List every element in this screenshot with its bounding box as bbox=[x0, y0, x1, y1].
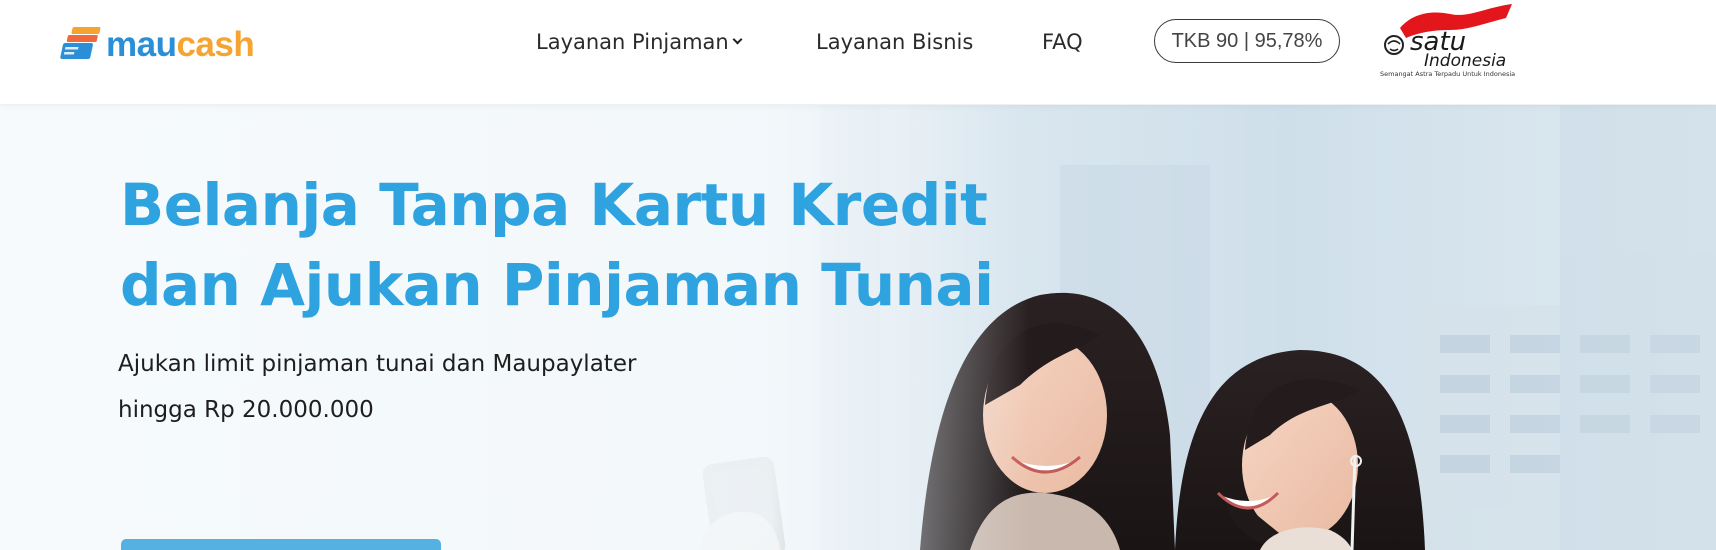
hero-title-line-1: Belanja Tanpa Kartu Kredit bbox=[120, 171, 988, 239]
nav-layanan-bisnis[interactable]: Layanan Bisnis bbox=[816, 28, 973, 56]
tkb-badge[interactable]: TKB 90 | 95,78% bbox=[1154, 19, 1340, 63]
nav-layanan-pinjaman-label: Layanan Pinjaman bbox=[536, 30, 729, 54]
wordmark-mau: mau bbox=[106, 24, 177, 64]
tkb-badge-label: TKB 90 | 95,78% bbox=[1171, 29, 1323, 52]
satu-indonesia-logo-art: satu Indonesia Semangat Astra Terpadu Un… bbox=[1372, 0, 1532, 84]
site-header: maucash Layanan Pinjaman Layanan Bisnis … bbox=[0, 0, 1716, 105]
svg-text:Indonesia: Indonesia bbox=[1424, 51, 1506, 71]
hero-subtitle-line-2: hingga Rp 20.000.000 bbox=[118, 397, 374, 423]
maucash-wordmark: maucash bbox=[106, 24, 255, 64]
wordmark-cash: cash bbox=[176, 24, 255, 64]
satu-indonesia-logo[interactable]: satu Indonesia Semangat Astra Terpadu Un… bbox=[1372, 0, 1532, 84]
hero-subtitle-line-1: Ajukan limit pinjaman tunai dan Maupayla… bbox=[118, 351, 637, 377]
hero-title: Belanja Tanpa Kartu Kredit dan Ajukan Pi… bbox=[120, 165, 1040, 325]
nav-faq[interactable]: FAQ bbox=[1042, 28, 1083, 56]
nav-layanan-pinjaman[interactable]: Layanan Pinjaman bbox=[536, 28, 743, 56]
chevron-down-icon bbox=[732, 34, 743, 45]
maucash-logo[interactable]: maucash bbox=[58, 20, 268, 68]
hero-title-line-2: dan Ajukan Pinjaman Tunai bbox=[120, 251, 994, 319]
hero-cta-button[interactable] bbox=[121, 539, 441, 550]
svg-text:Semangat Astra Terpadu Untuk I: Semangat Astra Terpadu Untuk Indonesia bbox=[1380, 70, 1515, 78]
nav-faq-label: FAQ bbox=[1042, 30, 1083, 54]
hero-section: Belanja Tanpa Kartu Kredit dan Ajukan Pi… bbox=[0, 105, 1716, 550]
maucash-logo-icon bbox=[60, 27, 101, 59]
nav-layanan-bisnis-label: Layanan Bisnis bbox=[816, 30, 974, 54]
hero-subtitle: Ajukan limit pinjaman tunai dan Maupayla… bbox=[118, 341, 738, 433]
